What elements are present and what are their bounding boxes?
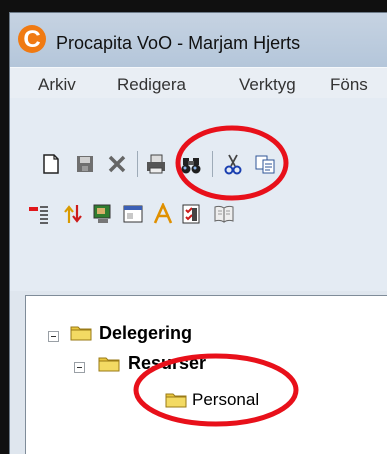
toolbar-separator bbox=[137, 151, 138, 177]
menu-bar: Arkiv Redigera Verktyg Föns bbox=[10, 67, 387, 99]
window-icon[interactable] bbox=[122, 203, 144, 225]
tree-node-personal[interactable]: Personal bbox=[192, 390, 259, 410]
toolbar-separator bbox=[212, 151, 213, 177]
tree-node-delegering[interactable]: Delegering bbox=[99, 323, 192, 344]
application-window: C Procapita VoO - Marjam Hjerts Arkiv Re… bbox=[9, 12, 387, 454]
book-icon[interactable] bbox=[213, 203, 235, 225]
menu-verktyg[interactable]: Verktyg bbox=[239, 75, 296, 95]
delete-icon[interactable] bbox=[106, 153, 128, 175]
procapita-app-icon: C bbox=[18, 25, 46, 53]
arrows-icon[interactable] bbox=[62, 203, 84, 225]
indent-list-icon[interactable] bbox=[28, 203, 50, 225]
toolbar-area bbox=[10, 98, 387, 291]
new-document-icon[interactable] bbox=[40, 153, 62, 175]
svg-text:C: C bbox=[23, 26, 40, 53]
title-bar: C Procapita VoO - Marjam Hjerts bbox=[10, 13, 387, 67]
binoculars-search-icon[interactable] bbox=[180, 154, 202, 176]
tree-view: Delegering Resurser Personal bbox=[25, 295, 387, 454]
collapse-toggle-delegering[interactable] bbox=[48, 331, 59, 342]
menu-redigera[interactable]: Redigera bbox=[117, 75, 186, 95]
menu-fonster[interactable]: Föns bbox=[330, 75, 368, 95]
cut-icon[interactable] bbox=[222, 153, 244, 175]
monitor-icon[interactable] bbox=[92, 203, 114, 225]
font-a-icon[interactable] bbox=[152, 203, 174, 225]
folder-icon bbox=[165, 393, 187, 408]
menu-arkiv[interactable]: Arkiv bbox=[38, 75, 76, 95]
collapse-toggle-resurser[interactable] bbox=[74, 362, 85, 373]
window-title: Procapita VoO - Marjam Hjerts bbox=[56, 33, 301, 53]
folder-icon bbox=[70, 326, 92, 341]
save-icon[interactable] bbox=[74, 153, 96, 175]
checklist-icon[interactable] bbox=[180, 203, 202, 225]
print-icon[interactable] bbox=[145, 153, 167, 175]
copy-icon[interactable] bbox=[254, 153, 276, 175]
tree-node-resurser[interactable]: Resurser bbox=[128, 353, 206, 374]
folder-icon bbox=[98, 357, 120, 372]
